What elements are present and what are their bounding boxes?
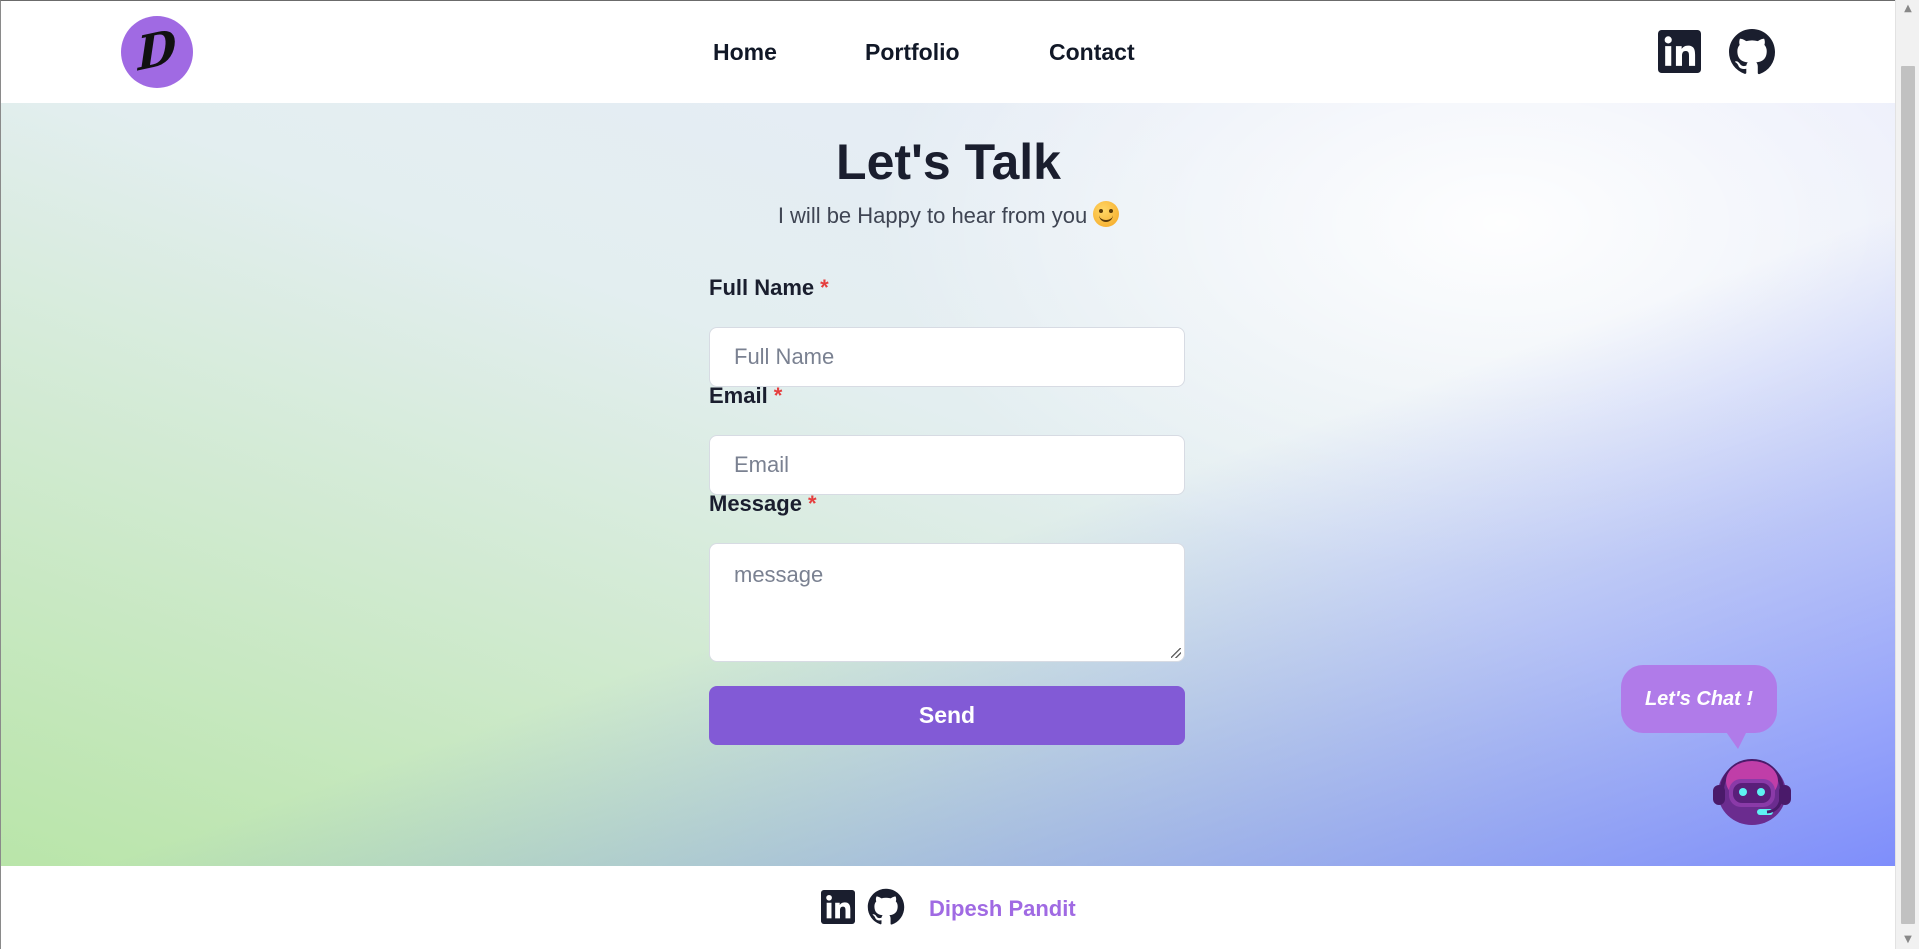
required-marker: *: [773, 383, 783, 408]
message-placeholder: message: [734, 562, 824, 587]
linkedin-icon[interactable]: [1658, 30, 1701, 73]
nav-link-portfolio[interactable]: Portfolio: [865, 39, 960, 66]
site-logo[interactable]: D: [121, 16, 193, 88]
site-header: D Home Portfolio Contact: [1, 1, 1896, 103]
logo-letter: D: [136, 18, 178, 82]
scroll-down-arrow-icon[interactable]: ▼: [1896, 931, 1919, 949]
email-label: Email *: [709, 383, 782, 409]
full-name-label: Full Name *: [709, 275, 829, 301]
required-marker: *: [820, 275, 829, 300]
scroll-thumb[interactable]: [1901, 66, 1915, 924]
email-placeholder: Email: [734, 452, 790, 477]
scroll-up-arrow-icon[interactable]: ▲: [1896, 0, 1919, 18]
message-textarea[interactable]: message: [709, 543, 1185, 662]
nav-link-home[interactable]: Home: [713, 39, 777, 66]
site-footer: Dipesh Pandit: [1, 866, 1896, 949]
page-title: Let's Talk: [836, 134, 1061, 190]
message-label-text: Message: [709, 491, 802, 516]
chat-bubble-tail: [1724, 729, 1748, 749]
required-marker: *: [807, 491, 817, 516]
chatbot-robot-icon[interactable]: [1709, 751, 1795, 827]
full-name-input[interactable]: Full Name: [709, 327, 1185, 387]
linkedin-icon[interactable]: [821, 890, 855, 924]
email-input[interactable]: Email: [709, 435, 1185, 495]
smiley-emoji-icon: [1093, 201, 1120, 227]
page-subtitle: I will be Happy to hear from you: [1, 201, 1896, 229]
chat-bubble-text: Let's Chat !: [1644, 687, 1754, 710]
full-name-label-text: Full Name: [709, 275, 815, 300]
send-button[interactable]: Send: [709, 686, 1185, 745]
footer-author-link[interactable]: Dipesh Pandit: [929, 896, 1076, 922]
full-name-placeholder: Full Name: [734, 344, 835, 369]
header-social-links: [1658, 28, 1778, 78]
email-label-text: Email: [709, 383, 768, 408]
chat-bubble[interactable]: Let's Chat !: [1621, 665, 1777, 733]
subtitle-text: I will be Happy to hear from you: [777, 203, 1088, 228]
page-scrollbar[interactable]: ▲ ▼: [1895, 0, 1919, 949]
resize-handle-icon[interactable]: [1171, 648, 1181, 658]
message-label: Message *: [709, 491, 817, 517]
contact-section: Let's Talk I will be Happy to hear from …: [1, 103, 1896, 866]
browser-viewport: D Home Portfolio Contact Let's Talk I wi…: [0, 0, 1896, 949]
nav-link-contact[interactable]: Contact: [1049, 39, 1135, 66]
github-icon[interactable]: [867, 888, 905, 926]
chat-widget[interactable]: Let's Chat !: [1621, 665, 1791, 825]
github-icon[interactable]: [1728, 28, 1776, 76]
